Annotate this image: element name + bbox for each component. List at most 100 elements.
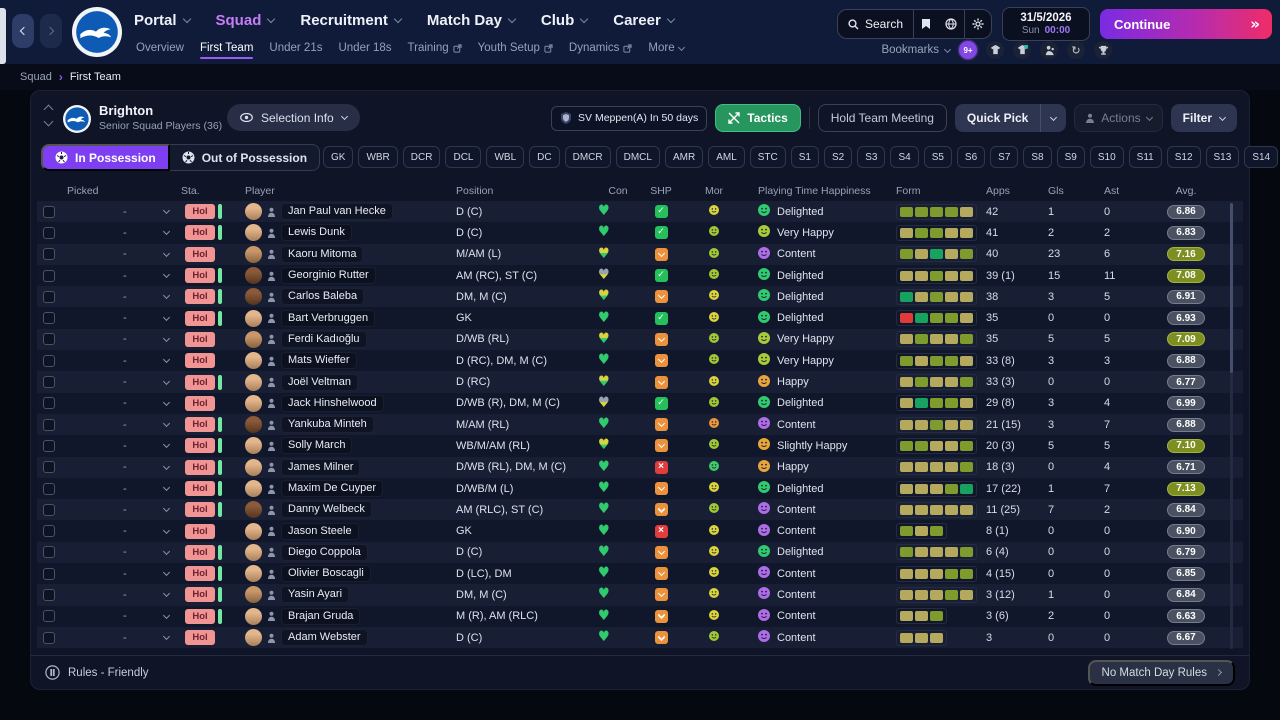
player-name[interactable]: Maxim De Cuyper (281, 480, 383, 497)
player-row-maxim-de-cuyper[interactable]: -HolMaxim De CuyperD/WB/M (L)♥Delighted1… (37, 478, 1243, 499)
column-header-avg[interactable]: Avg. (1154, 185, 1218, 197)
position-chip-wbr[interactable]: WBR (358, 146, 397, 168)
quick-pick-dropdown[interactable] (1040, 104, 1066, 132)
row-checkbox[interactable] (43, 333, 55, 345)
menu-club[interactable]: Club (541, 12, 587, 29)
player-row-olivier-boscagli[interactable]: -HolOlivier BoscagliD (LC), DM♥Content4 … (37, 563, 1243, 584)
profile-icon-button[interactable] (267, 398, 276, 408)
position-chip-wbl[interactable]: WBL (486, 146, 524, 168)
actions-dropdown[interactable]: Actions (1074, 104, 1162, 132)
profile-icon-button[interactable] (267, 377, 276, 387)
column-header-position[interactable]: Position (453, 185, 598, 197)
staff-shortcut-button[interactable] (1040, 41, 1058, 59)
profile-icon-button[interactable] (267, 207, 276, 217)
position-chip-dc[interactable]: DC (529, 146, 559, 168)
row-checkbox[interactable] (43, 610, 55, 622)
column-header-gls[interactable]: Gls (1048, 185, 1104, 197)
menu-match-day[interactable]: Match Day (427, 12, 515, 29)
position-chip-dmcl[interactable]: DMCL (616, 146, 660, 168)
selection-status-dropdown[interactable]: - (73, 248, 181, 260)
subnav-more[interactable]: More (648, 42, 683, 54)
column-header-form[interactable]: Form (894, 185, 986, 197)
player-name[interactable]: Yankuba Minteh (281, 416, 374, 433)
position-chip-gk[interactable]: GK (323, 146, 353, 168)
player-row-georginio-rutter[interactable]: -HolGeorginio RutterAM (RC), ST (C)♥✓Del… (37, 265, 1243, 286)
kit-shortcut-button[interactable] (1013, 41, 1031, 59)
club-crest-logo[interactable] (72, 7, 122, 57)
selection-status-dropdown[interactable]: - (73, 270, 181, 282)
profile-icon-button[interactable] (267, 271, 276, 281)
position-chip-s6[interactable]: S6 (957, 146, 985, 168)
column-header-shp[interactable]: SHP (638, 185, 684, 197)
position-chip-s11[interactable]: S11 (1129, 146, 1162, 168)
profile-icon-button[interactable] (267, 547, 276, 557)
back-button[interactable] (12, 14, 34, 48)
player-row-mats-wieffer[interactable]: -HolMats WiefferD (RC), DM, M (C)♥Very H… (37, 350, 1243, 371)
menu-recruitment[interactable]: Recruitment (300, 12, 401, 29)
player-name[interactable]: Joël Veltman (281, 374, 358, 391)
position-chip-s4[interactable]: S4 (890, 146, 918, 168)
position-chip-s12[interactable]: S12 (1167, 146, 1201, 168)
selection-status-dropdown[interactable]: - (73, 461, 181, 473)
row-checkbox[interactable] (43, 270, 55, 282)
player-row-jo-l-veltman[interactable]: -HolJoël VeltmanD (RC)♥Happy33 (3)006.77 (37, 371, 1243, 392)
quick-pick-button[interactable]: Quick Pick (955, 104, 1066, 132)
profile-icon-button[interactable] (267, 356, 276, 366)
row-checkbox[interactable] (43, 248, 55, 260)
position-chip-dcl[interactable]: DCL (445, 146, 481, 168)
selection-status-dropdown[interactable]: - (73, 312, 181, 324)
position-chip-s14[interactable]: S14 (1244, 146, 1278, 168)
row-checkbox[interactable] (43, 504, 55, 516)
breadcrumb-squad[interactable]: Squad (20, 71, 52, 83)
row-checkbox[interactable] (43, 291, 55, 303)
profile-icon-button[interactable] (267, 590, 276, 600)
game-date[interactable]: 31/5/2026 Sun 00:00 (1002, 7, 1090, 41)
scrollbar[interactable] (1230, 203, 1233, 649)
column-header-sta[interactable]: Sta. (181, 185, 243, 197)
profile-icon-button[interactable] (267, 569, 276, 579)
subnav-first-team[interactable]: First Team (200, 42, 253, 54)
player-row-adam-webster[interactable]: -HolAdam WebsterD (C)♥Content3006.67 (37, 627, 1243, 648)
row-checkbox[interactable] (43, 440, 55, 452)
sync-shortcut-button[interactable]: ↻ (1067, 41, 1085, 59)
profile-icon-button[interactable] (267, 313, 276, 323)
profile-icon-button[interactable] (267, 462, 276, 472)
column-header-picked[interactable]: Picked (37, 185, 181, 197)
player-row-carlos-baleba[interactable]: -HolCarlos BalebaDM, M (C)♥Delighted3835… (37, 286, 1243, 307)
player-name[interactable]: Adam Webster (281, 629, 368, 646)
player-row-yankuba-minteh[interactable]: -HolYankuba MintehM/AM (RL)♥Content21 (1… (37, 414, 1243, 435)
position-chip-s3[interactable]: S3 (857, 146, 885, 168)
selection-info-dropdown[interactable]: Selection Info (227, 104, 360, 131)
search-button[interactable]: Search (838, 10, 913, 38)
player-row-brajan-gruda[interactable]: -HolBrajan GrudaM (R), AM (RLC)♥Content3… (37, 606, 1243, 627)
row-checkbox[interactable] (43, 397, 55, 409)
column-header-con[interactable]: Con (598, 185, 638, 197)
player-name[interactable]: Yasin Ayari (281, 586, 349, 603)
player-row-lewis-dunk[interactable]: -HolLewis DunkD (C)♥✓Very Happy41226.83 (37, 222, 1243, 243)
subnav-under-21s[interactable]: Under 21s (269, 42, 322, 54)
selection-status-dropdown[interactable]: - (73, 632, 181, 644)
selection-status-dropdown[interactable]: - (73, 525, 181, 537)
selection-status-dropdown[interactable]: - (73, 376, 181, 388)
position-chip-aml[interactable]: AML (708, 146, 745, 168)
profile-icon-button[interactable] (267, 292, 276, 302)
subnav-youth-setup[interactable]: Youth Setup (478, 42, 553, 54)
column-header-apps[interactable]: Apps (986, 185, 1048, 197)
selection-status-dropdown[interactable]: - (73, 355, 181, 367)
column-header-playing-time-happiness[interactable]: Playing Time Happiness (744, 185, 894, 197)
match-day-rules-button[interactable]: No Match Day Rules (1088, 660, 1235, 686)
position-chip-s9[interactable]: S9 (1057, 146, 1085, 168)
profile-icon-button[interactable] (267, 611, 276, 621)
selection-status-dropdown[interactable]: - (73, 206, 181, 218)
world-button[interactable] (938, 10, 964, 38)
selection-status-dropdown[interactable]: - (73, 610, 181, 622)
subnav-under-18s[interactable]: Under 18s (338, 42, 391, 54)
profile-icon-button[interactable] (267, 505, 276, 515)
player-name[interactable]: Carlos Baleba (281, 288, 364, 305)
forward-button[interactable] (40, 14, 62, 48)
selection-status-dropdown[interactable]: - (73, 568, 181, 580)
row-checkbox[interactable] (43, 589, 55, 601)
position-chip-s1[interactable]: S1 (791, 146, 819, 168)
menu-portal[interactable]: Portal (134, 12, 190, 29)
row-checkbox[interactable] (43, 227, 55, 239)
